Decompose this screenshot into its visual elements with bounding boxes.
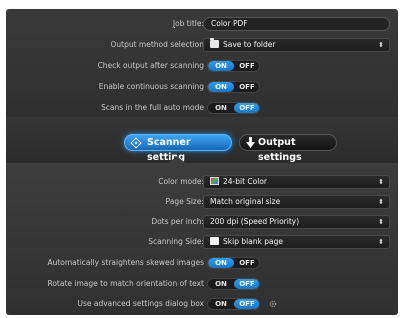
toggle-off[interactable]: OFF — [234, 299, 259, 309]
folder-icon — [210, 38, 219, 48]
diamond-icon — [130, 137, 142, 149]
page-icon — [210, 237, 219, 245]
advanced-toggle[interactable]: ON OFF — [207, 298, 260, 310]
continuous-scan-toggle[interactable]: ON OFF — [207, 81, 260, 93]
toggle-on[interactable]: ON — [208, 61, 234, 71]
job-title-input[interactable]: Color PDF — [203, 17, 390, 31]
updown-icon: ⬍ — [378, 198, 384, 206]
toggle-on[interactable]: ON — [208, 103, 234, 113]
job-title-row: Job title: Color PDF — [6, 16, 398, 32]
updown-icon: ⬍ — [378, 41, 384, 49]
scanning-side-value: Skip blank page — [223, 237, 283, 246]
toggle-off[interactable]: OFF — [234, 103, 259, 113]
output-settings-label: Output settings — [258, 137, 302, 163]
toggle-off[interactable]: OFF — [234, 82, 259, 92]
active-tab-pointer — [169, 156, 185, 163]
dpi-select[interactable]: 200 dpi (Speed Priority) ⬍ — [203, 215, 390, 229]
toggle-off[interactable]: OFF — [234, 61, 259, 71]
scanning-side-select[interactable]: Skip blank page ⬍ — [203, 235, 390, 249]
full-auto-label: Scans in the full auto mode — [101, 103, 204, 112]
updown-icon: ⬍ — [378, 218, 384, 226]
toggle-on[interactable]: ON — [208, 279, 234, 289]
output-settings-tab[interactable]: Output settings — [239, 134, 337, 163]
color-mode-label: Color mode: — [158, 177, 204, 186]
straighten-row: Automatically straightens skewed images … — [6, 255, 398, 271]
color-mode-select[interactable]: 24-bit Color ⬍ — [203, 175, 390, 189]
scanner-setting-tab[interactable]: Scanner setting — [124, 134, 232, 163]
page-size-value: Match original size — [210, 197, 281, 206]
dpi-label: Dots per inch: — [151, 217, 204, 226]
updown-icon: ⬍ — [378, 238, 384, 246]
dpi-value: 200 dpi (Speed Priority) — [210, 217, 300, 226]
output-method-value: Save to folder — [223, 40, 276, 49]
scanning-side-label: Scanning Side: — [148, 237, 204, 246]
settings-tab-strip: Scanner setting Output settings — [6, 117, 398, 163]
gear-icon[interactable] — [269, 300, 277, 308]
scanner-settings-panel: Color mode: 24-bit Color ⬍ Page Size: Ma… — [6, 163, 398, 315]
page-size-label: Page Size: — [165, 197, 204, 206]
straighten-toggle[interactable]: ON OFF — [207, 257, 260, 269]
rotate-row: Rotate image to match orientation of tex… — [6, 276, 398, 292]
scan-settings-window: Job title: Color PDF Output method selec… — [0, 0, 404, 318]
output-method-select[interactable]: Save to folder ⬍ — [203, 38, 390, 52]
toggle-off[interactable]: OFF — [234, 279, 259, 289]
continuous-scan-label: Enable continuous scanning — [98, 82, 204, 91]
check-output-label: Check output after scanning — [97, 61, 204, 70]
check-output-toggle[interactable]: ON OFF — [207, 60, 260, 72]
down-arrow-icon — [246, 137, 255, 148]
page-size-select[interactable]: Match original size ⬍ — [203, 195, 390, 209]
toggle-on[interactable]: ON — [208, 299, 234, 309]
rotate-toggle[interactable]: ON OFF — [207, 278, 260, 290]
advanced-label: Use advanced settings dialog box — [77, 299, 204, 308]
full-auto-row: Scans in the full auto mode ON OFF — [6, 100, 398, 116]
rotate-label: Rotate image to match orientation of tex… — [47, 279, 204, 288]
color-icon — [210, 177, 219, 185]
output-method-row: Output method selection Save to folder ⬍ — [6, 37, 398, 53]
full-auto-toggle[interactable]: ON OFF — [207, 102, 260, 114]
toggle-off[interactable]: OFF — [234, 258, 259, 268]
page-size-row: Page Size: Match original size ⬍ — [6, 194, 398, 210]
scanning-side-row: Scanning Side: Skip blank page ⬍ — [6, 234, 398, 250]
continuous-scan-row: Enable continuous scanning ON OFF — [6, 79, 398, 95]
color-mode-row: Color mode: 24-bit Color ⬍ — [6, 174, 398, 190]
job-title-label: Job title: — [172, 19, 204, 28]
toggle-on[interactable]: ON — [208, 82, 234, 92]
color-mode-value: 24-bit Color — [223, 177, 268, 186]
output-settings-panel: Job title: Color PDF Output method selec… — [6, 9, 398, 117]
check-output-row: Check output after scanning ON OFF — [6, 58, 398, 74]
straighten-label: Automatically straightens skewed images — [47, 258, 204, 267]
dpi-row: Dots per inch: 200 dpi (Speed Priority) … — [6, 214, 398, 230]
toggle-on[interactable]: ON — [208, 258, 234, 268]
updown-icon: ⬍ — [378, 178, 384, 186]
advanced-row: Use advanced settings dialog box ON OFF — [6, 296, 398, 312]
output-method-label: Output method selection — [110, 40, 205, 49]
